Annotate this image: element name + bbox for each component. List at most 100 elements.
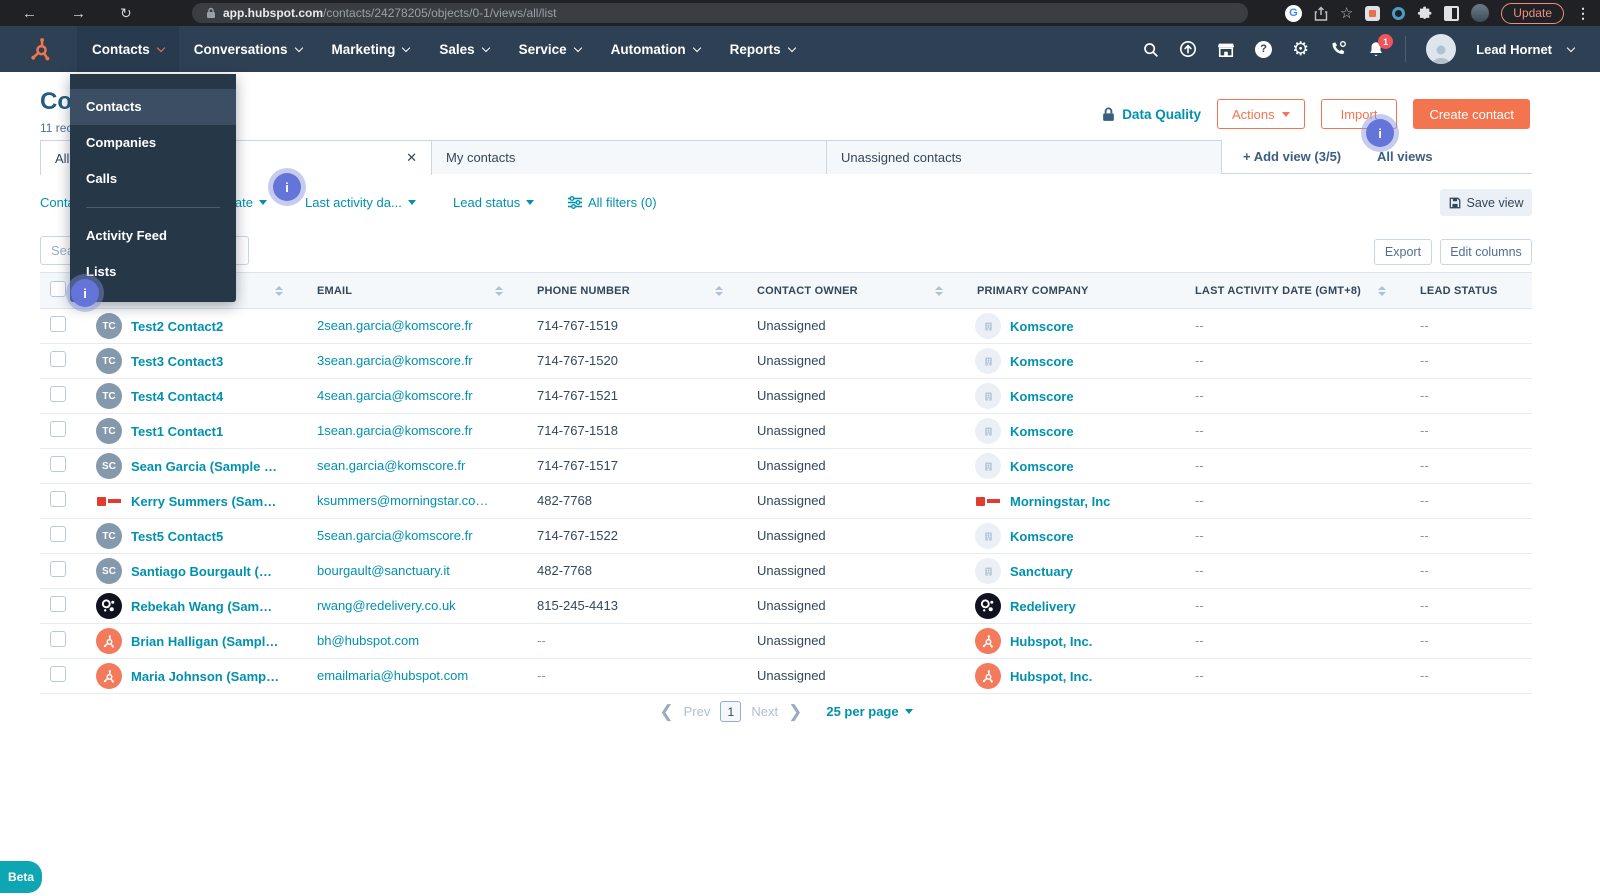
sort-icon[interactable]: [495, 285, 503, 296]
row-checkbox[interactable]: [50, 455, 66, 472]
dropdown-item-companies[interactable]: Companies: [70, 125, 236, 161]
create-contact-button[interactable]: Create contact: [1413, 99, 1530, 129]
upgrade-icon[interactable]: [1179, 40, 1197, 58]
contact-name-link[interactable]: Santiago Bourgault (…: [131, 564, 272, 579]
user-avatar[interactable]: [1426, 34, 1457, 64]
address-bar[interactable]: app.hubspot.com/contacts/24278205/object…: [192, 3, 1248, 23]
browser-update-button[interactable]: Update: [1501, 2, 1564, 24]
extensions-puzzle-icon[interactable]: [1417, 6, 1432, 21]
email-link[interactable]: 4sean.garcia@komscore.fr: [317, 388, 473, 403]
add-view-link[interactable]: + Add view (3/5): [1243, 149, 1341, 164]
info-marker[interactable]: i: [71, 279, 99, 307]
row-checkbox[interactable]: [50, 630, 66, 647]
notifications-bell-icon[interactable]: 1: [1367, 34, 1394, 58]
view-tab-unassigned-contacts[interactable]: Unassigned contacts: [827, 140, 1222, 174]
browser-back-icon[interactable]: ←: [22, 6, 37, 21]
contact-name-link[interactable]: Test1 Contact1: [131, 424, 223, 439]
contact-name-link[interactable]: Test5 Contact5: [131, 529, 223, 544]
email-link[interactable]: 2sean.garcia@komscore.fr: [317, 318, 473, 333]
prev-page-button[interactable]: Prev: [684, 704, 711, 719]
sort-icon[interactable]: [715, 285, 723, 296]
settings-gear-icon[interactable]: ⚙: [1292, 40, 1309, 59]
company-link[interactable]: Hubspot, Inc.: [1010, 634, 1092, 649]
contact-name-link[interactable]: Rebekah Wang (Sam…: [131, 599, 272, 614]
actions-button[interactable]: Actions: [1216, 99, 1305, 129]
row-checkbox[interactable]: [50, 420, 66, 437]
share-icon[interactable]: [1314, 6, 1328, 21]
email-link[interactable]: ksummers@morningstar.co…: [317, 493, 488, 508]
email-link[interactable]: rwang@redelivery.co.uk: [317, 598, 456, 613]
export-button[interactable]: Export: [1374, 239, 1432, 265]
sort-icon[interactable]: [1378, 285, 1386, 296]
email-link[interactable]: 3sean.garcia@komscore.fr: [317, 353, 473, 368]
select-all-checkbox[interactable]: [50, 281, 66, 297]
close-icon[interactable]: ✕: [406, 150, 417, 166]
email-link[interactable]: sean.garcia@komscore.fr: [317, 458, 465, 473]
email-link[interactable]: 5sean.garcia@komscore.fr: [317, 528, 473, 543]
email-link[interactable]: 1sean.garcia@komscore.fr: [317, 423, 473, 438]
company-link[interactable]: Komscore: [1010, 459, 1074, 474]
row-checkbox[interactable]: [50, 595, 66, 612]
marketplace-icon[interactable]: [1217, 41, 1235, 58]
company-link[interactable]: Komscore: [1010, 389, 1074, 404]
page-next-chevron-icon[interactable]: ❯: [788, 703, 802, 720]
nav-menu-conversations[interactable]: Conversations: [179, 26, 317, 72]
company-link[interactable]: Morningstar, Inc: [1010, 494, 1110, 509]
browser-profile-avatar[interactable]: [1471, 4, 1490, 22]
row-checkbox[interactable]: [50, 560, 66, 577]
company-link[interactable]: Komscore: [1010, 424, 1074, 439]
row-checkbox[interactable]: [50, 315, 66, 332]
hubspot-logo-icon[interactable]: [28, 36, 55, 63]
nav-menu-marketing[interactable]: Marketing: [317, 26, 425, 72]
row-checkbox[interactable]: [50, 490, 66, 507]
extension-ring-icon[interactable]: [1392, 6, 1406, 20]
sort-icon[interactable]: [275, 285, 283, 296]
browser-menu-icon[interactable]: ⋮: [1576, 5, 1590, 22]
filter-lead-status[interactable]: Lead status: [453, 195, 535, 210]
info-marker[interactable]: i: [273, 173, 301, 201]
email-link[interactable]: bh@hubspot.com: [317, 633, 419, 648]
per-page-selector[interactable]: 25 per page: [826, 704, 913, 719]
account-menu[interactable]: Lead Hornet: [1476, 42, 1576, 57]
info-marker[interactable]: i: [1366, 119, 1394, 147]
contact-name-link[interactable]: Test4 Contact4: [131, 389, 223, 404]
company-link[interactable]: Komscore: [1010, 354, 1074, 369]
nav-menu-sales[interactable]: Sales: [424, 26, 503, 72]
google-icon[interactable]: G: [1284, 4, 1302, 22]
company-link[interactable]: Sanctuary: [1010, 564, 1073, 579]
page-prev-chevron-icon[interactable]: ❮: [659, 703, 673, 720]
help-icon[interactable]: ?: [1255, 40, 1273, 58]
save-view-button[interactable]: Save view: [1440, 189, 1532, 216]
current-page-number[interactable]: 1: [720, 701, 742, 722]
company-link[interactable]: Hubspot, Inc.: [1010, 669, 1092, 684]
contact-name-link[interactable]: Sean Garcia (Sample …: [131, 459, 277, 474]
dropdown-item-activity-feed[interactable]: Activity Feed: [70, 218, 236, 254]
email-link[interactable]: emailmaria@hubspot.com: [317, 668, 468, 683]
browser-reload-icon[interactable]: ↻: [120, 6, 132, 20]
row-checkbox[interactable]: [50, 665, 66, 682]
view-tab-my-contacts[interactable]: My contacts: [432, 140, 827, 174]
browser-forward-icon[interactable]: →: [71, 6, 86, 21]
row-checkbox[interactable]: [50, 385, 66, 402]
company-link[interactable]: Redelivery: [1010, 599, 1076, 614]
sort-icon[interactable]: [935, 285, 943, 296]
nav-menu-automation[interactable]: Automation: [596, 26, 715, 72]
search-icon[interactable]: [1142, 41, 1159, 58]
calling-phone-icon[interactable]: [1329, 40, 1347, 58]
side-panel-icon[interactable]: [1444, 5, 1460, 21]
contact-name-link[interactable]: Maria Johnson (Samp…: [131, 669, 279, 684]
dropdown-item-calls[interactable]: Calls: [70, 161, 236, 197]
row-checkbox[interactable]: [50, 525, 66, 542]
contact-name-link[interactable]: Kerry Summers (Sam…: [131, 494, 276, 509]
dropdown-item-contacts[interactable]: Contacts: [70, 89, 236, 125]
company-link[interactable]: Komscore: [1010, 529, 1074, 544]
contact-name-link[interactable]: Test2 Contact2: [131, 319, 223, 334]
all-views-link[interactable]: All views: [1377, 149, 1433, 164]
edit-columns-button[interactable]: Edit columns: [1440, 239, 1532, 265]
next-page-button[interactable]: Next: [751, 704, 778, 719]
nav-menu-contacts[interactable]: Contacts: [77, 26, 179, 72]
nav-menu-reports[interactable]: Reports: [715, 26, 810, 72]
data-quality-link[interactable]: Data Quality: [1102, 107, 1201, 122]
row-checkbox[interactable]: [50, 350, 66, 367]
email-link[interactable]: bourgault@sanctuary.it: [317, 563, 450, 578]
